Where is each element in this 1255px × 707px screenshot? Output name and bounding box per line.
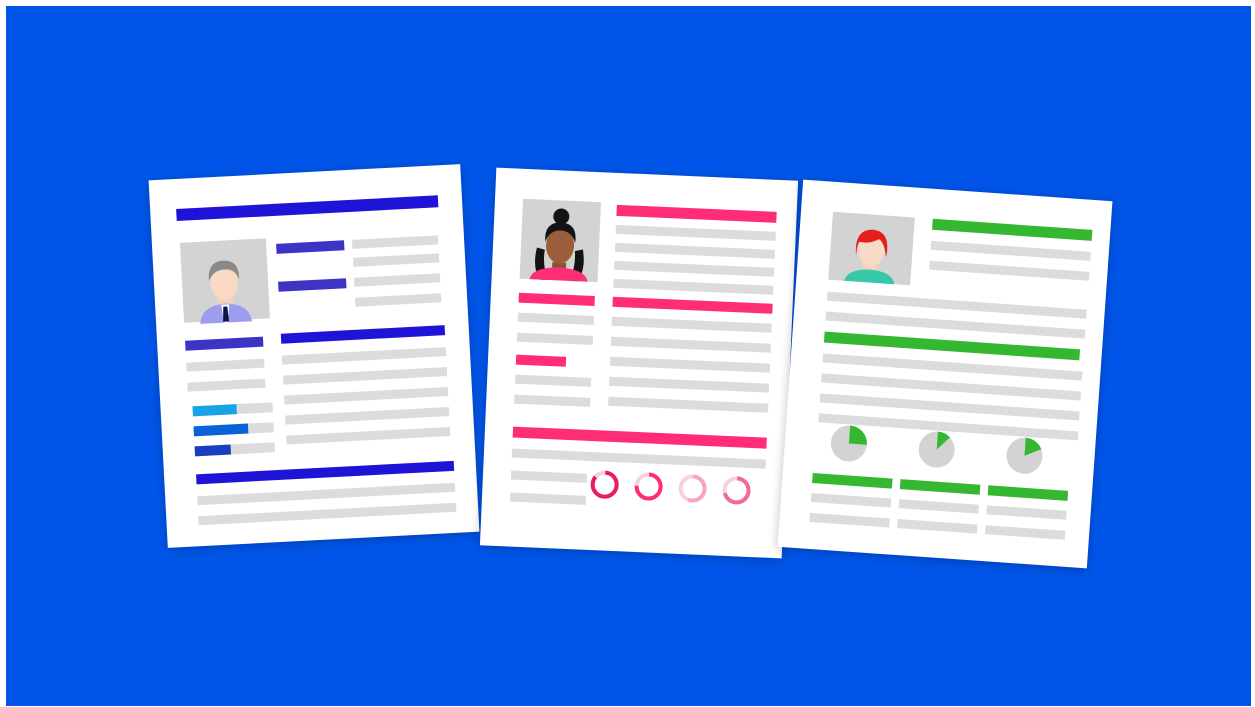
skill-bar-fill [192,404,237,417]
text-line [517,312,595,325]
skill-bars [192,402,275,457]
text-line [355,293,442,307]
redhead-avatar-icon [828,211,915,286]
resume-card-pink [479,167,799,559]
text-line [197,482,456,506]
text-line [984,525,1066,540]
text-line [282,367,448,385]
section-bar [823,331,1081,361]
text-line [614,242,776,259]
section-label [899,479,981,495]
woman-avatar-icon [519,198,601,283]
text-line [281,347,447,365]
text-line [514,394,591,407]
text-line [608,376,770,393]
text-line [613,278,774,295]
resume-pink-drawing [509,198,777,505]
blue-background [6,6,1251,706]
text-line [610,336,771,353]
text-line [351,235,439,249]
text-line [608,396,769,413]
text-line [285,407,450,425]
text-line [514,374,592,387]
text-line [516,332,594,345]
resume-blue-drawing [176,195,457,526]
section-bar [280,325,446,344]
resume-title-bar [176,195,439,221]
text-line [186,358,265,372]
header-label-2 [278,278,347,292]
text-line [352,253,440,267]
skill-bar-fill [194,444,232,457]
section-label [987,485,1069,501]
resume-green-drawing [809,211,1093,540]
text-line [898,499,979,514]
resume-card-blue [148,164,480,548]
name-bar [616,204,777,223]
text-line [509,492,587,505]
text-line [353,273,441,287]
pie-chart-slice [848,425,867,445]
ring-gauges [590,470,751,505]
text-line [284,387,449,405]
text-line [511,448,766,469]
text-line [809,512,890,528]
text-line [930,240,1091,261]
text-line [609,356,771,373]
section-label [185,336,264,351]
text-line [510,470,588,483]
section-label [812,473,893,489]
man-avatar-icon [179,238,270,324]
section-label [515,354,567,367]
text-line [198,502,457,526]
text-line [810,492,892,508]
text-line [611,316,772,333]
section-label [518,292,595,307]
section-bar [196,460,455,485]
section-bar [512,426,767,449]
name-bar [932,218,1093,241]
text-line [897,519,978,534]
resume-card-green [777,179,1113,569]
skill-bar-fill [193,423,249,437]
header-label-1 [276,240,345,254]
text-line [986,505,1067,520]
text-line [929,260,1090,281]
text-line [614,260,775,277]
text-line [615,224,776,241]
text-line [187,378,266,392]
text-line [286,426,451,445]
section-bar [612,296,773,314]
